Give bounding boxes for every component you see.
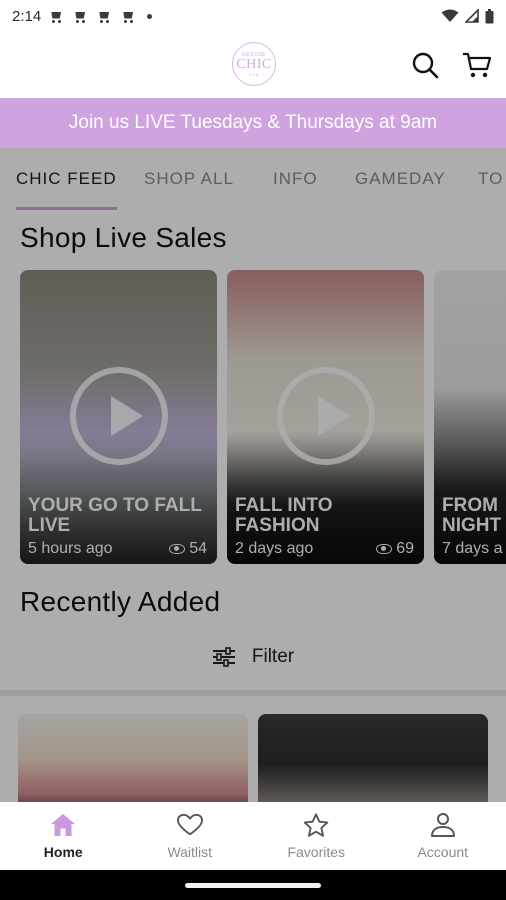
nav-favorites-label: Favorites: [287, 844, 346, 860]
play-icon[interactable]: [69, 367, 168, 465]
card-views: 69: [376, 540, 414, 558]
wifi-icon: [441, 9, 459, 22]
recently-added-title: Recently Added: [20, 586, 221, 617]
bottom-navigation: Home Waitlist Favorites Account: [0, 802, 506, 870]
banner-text: Join us LIVE Tuesdays & Thursdays at 9am: [68, 112, 438, 133]
cart-notification-icon: [97, 10, 112, 23]
card-time: 5 hours ago: [28, 540, 113, 557]
filter-label: Filter: [251, 646, 295, 667]
view-count: 54: [189, 540, 207, 557]
card-time: 2 days ago: [235, 540, 314, 557]
logo-main-text: CHIC: [236, 56, 272, 72]
card-meta: 2 days ago 69: [235, 540, 414, 558]
cart-notification-icon: [121, 10, 136, 23]
tab-chic-feed[interactable]: CHIC FEED: [16, 148, 117, 210]
section-divider: [0, 690, 506, 696]
search-icon: [412, 52, 439, 79]
notification-icons: [49, 10, 153, 23]
status-time: 2:14: [12, 7, 42, 25]
system-gesture-bar: [0, 870, 506, 900]
shop-live-title: Shop Live Sales: [20, 222, 227, 253]
nav-waitlist[interactable]: Waitlist: [127, 802, 254, 870]
search-button[interactable]: [408, 48, 442, 82]
card-title: FROM NIGHT: [442, 495, 502, 536]
live-sale-card[interactable]: FALL INTO FASHION 2 days ago 69: [227, 270, 424, 564]
nav-account[interactable]: Account: [380, 802, 506, 870]
promo-banner[interactable]: Join us LIVE Tuesdays & Thursdays at 9am: [0, 98, 506, 148]
category-tabs: CHIC FEED SHOP ALL INFO GAMEDAY TO: [0, 148, 506, 210]
card-title: YOUR GO TO FALL LIVE: [28, 495, 202, 536]
view-count: 69: [396, 540, 414, 557]
signal-icon: [465, 9, 479, 23]
eye-icon: [376, 544, 393, 554]
product-card[interactable]: [258, 714, 488, 802]
star-icon: [303, 812, 329, 838]
live-sales-carousel[interactable]: YOUR GO TO FALL LIVE 5 hours ago 54 FALL…: [20, 270, 506, 564]
tab-gameday[interactable]: GAMEDAY: [355, 148, 446, 210]
nav-home-label: Home: [43, 844, 83, 860]
tab-partial[interactable]: TO: [478, 148, 503, 210]
filter-button[interactable]: Filter: [0, 642, 506, 672]
card-meta: 5 hours ago 54: [28, 540, 207, 558]
more-notifications-icon: [147, 13, 153, 19]
product-card[interactable]: [18, 714, 248, 802]
nav-waitlist-label: Waitlist: [167, 844, 213, 860]
status-bar: 2:14: [0, 0, 506, 32]
card-meta: 7 days a: [442, 540, 504, 558]
battery-icon: [485, 8, 494, 23]
account-icon: [430, 812, 456, 838]
card-title: FALL INTO FASHION: [235, 495, 333, 536]
tab-shop-all[interactable]: SHOP ALL: [144, 148, 234, 210]
play-icon[interactable]: [276, 367, 375, 465]
logo-bottom-text: LIFE: [248, 71, 260, 77]
card-views: 54: [169, 540, 207, 558]
cart-button[interactable]: [460, 48, 494, 82]
live-sale-card[interactable]: YOUR GO TO FALL LIVE 5 hours ago 54: [20, 270, 217, 564]
sliders-icon: [212, 647, 235, 667]
eye-icon: [169, 544, 186, 554]
nav-account-label: Account: [417, 844, 469, 860]
heart-icon: [176, 812, 203, 838]
home-gesture-handle[interactable]: [185, 883, 321, 888]
product-grid[interactable]: [18, 714, 506, 802]
home-icon: [50, 812, 76, 838]
brand-logo[interactable]: RESCUE CHIC LIFE: [232, 42, 276, 86]
card-time: 7 days a: [442, 540, 503, 557]
nav-favorites[interactable]: Favorites: [253, 802, 380, 870]
app-header: RESCUE CHIC LIFE: [0, 32, 506, 98]
cart-notification-icon: [73, 10, 88, 23]
main-content[interactable]: Shop Live Sales YOUR GO TO FALL LIVE 5 h…: [0, 210, 506, 802]
nav-home[interactable]: Home: [0, 802, 127, 870]
cart-icon: [463, 52, 492, 78]
tab-info[interactable]: INFO: [273, 148, 318, 210]
system-icons: [441, 8, 494, 24]
cart-notification-icon: [49, 10, 64, 23]
live-sale-card[interactable]: FROM NIGHT 7 days a: [434, 270, 506, 564]
